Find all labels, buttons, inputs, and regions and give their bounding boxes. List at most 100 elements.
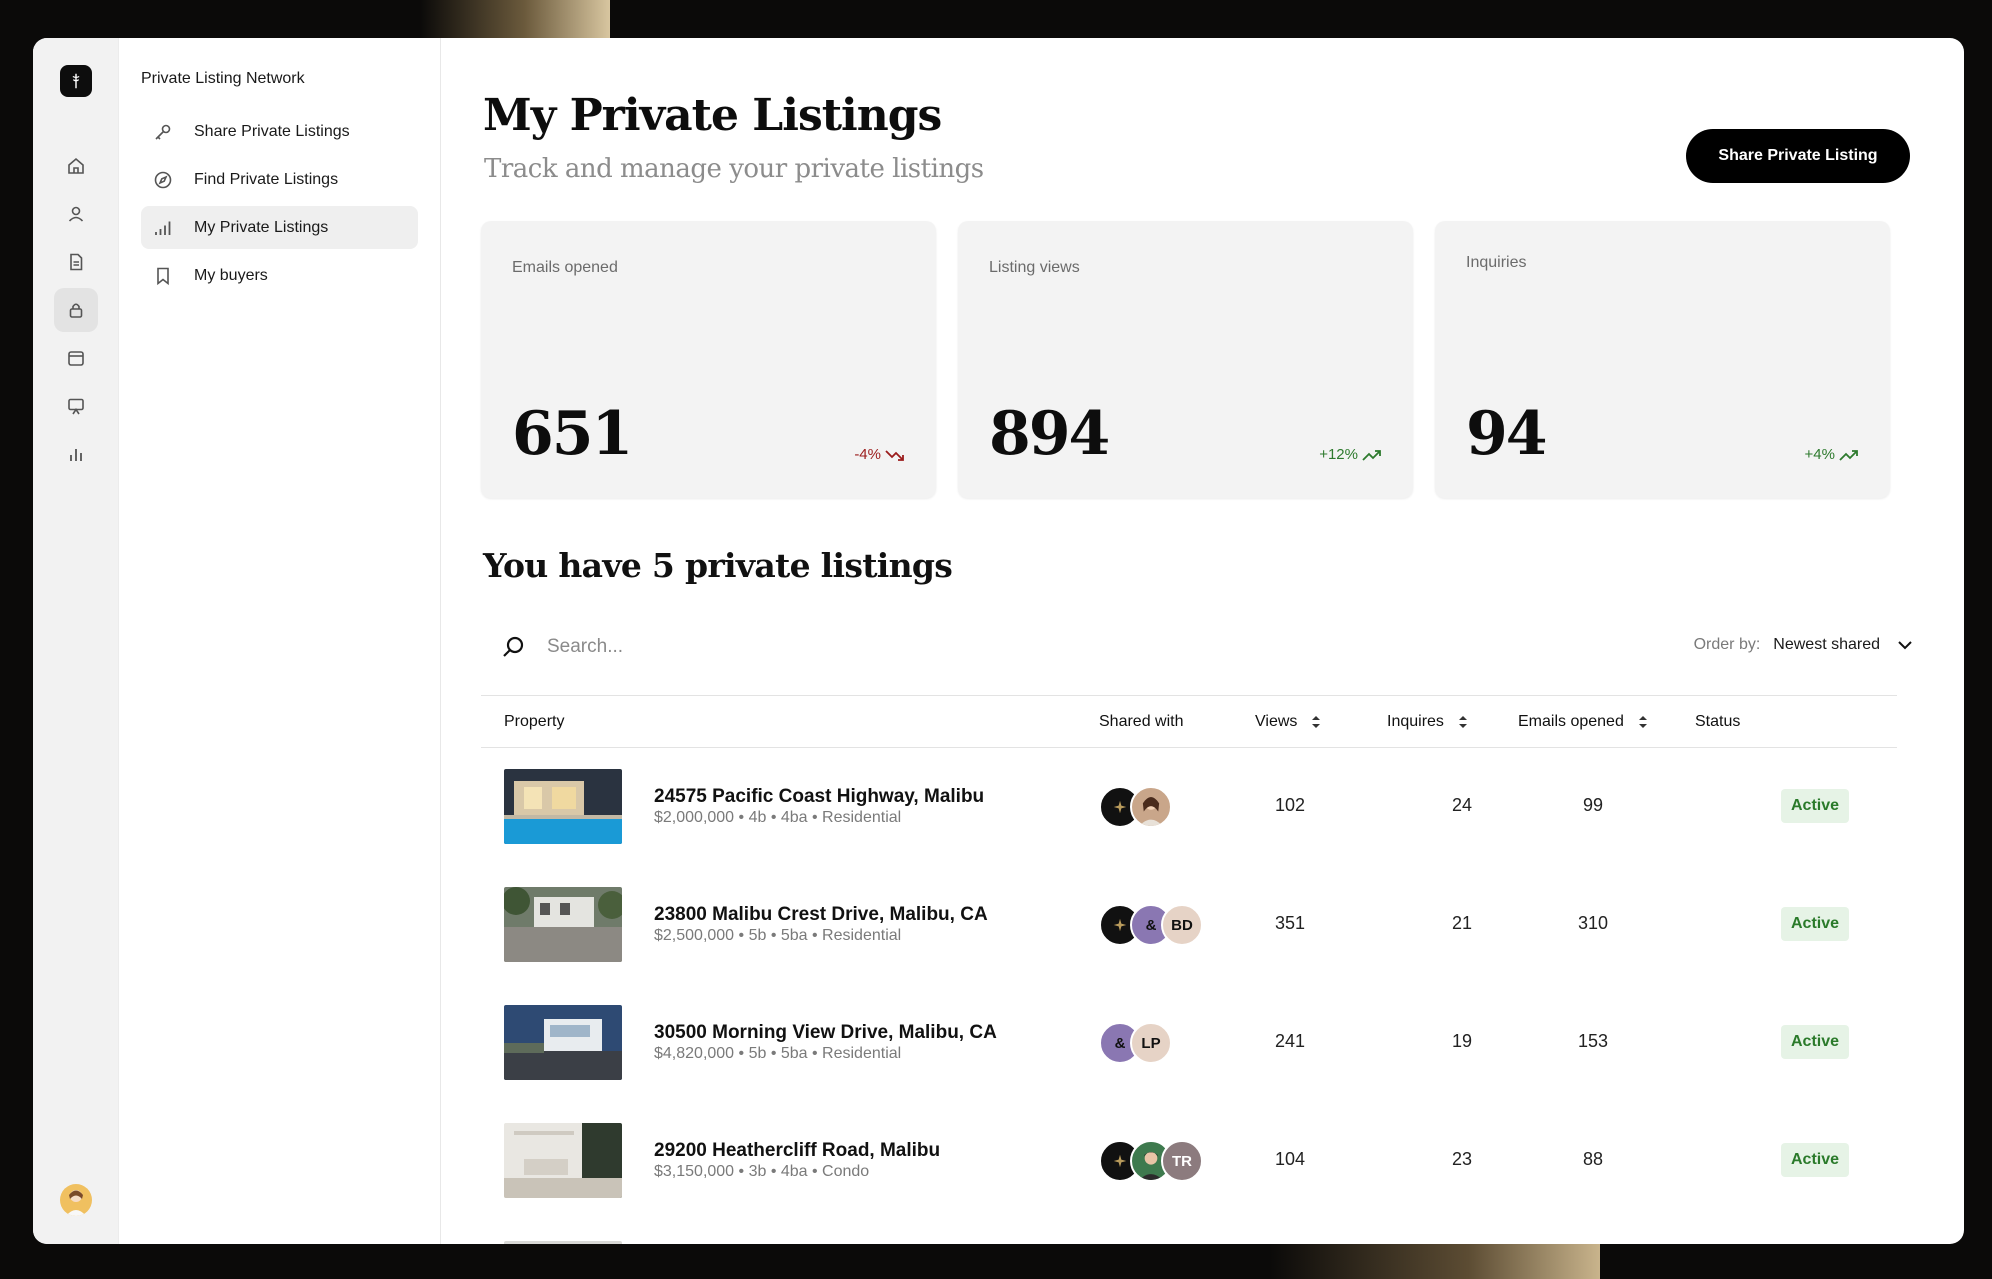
stat-card-inquiries: Inquiries 94 +4% <box>1435 221 1890 498</box>
order-by-value: Newest shared <box>1773 636 1880 653</box>
views-count: 102 <box>1274 795 1306 815</box>
order-by-label: Order by: <box>1693 636 1761 653</box>
table-row[interactable]: 24575 Pacific Coast Highway, Malibu $2,0… <box>481 748 1897 866</box>
presentation-icon[interactable] <box>54 384 98 428</box>
network-title: Private Listing Network <box>141 70 305 87</box>
nav-item-my-private-listings[interactable]: My Private Listings <box>141 206 418 249</box>
search-input[interactable] <box>547 636 1047 658</box>
nav-item-find-private-listings[interactable]: Find Private Listings <box>141 158 418 201</box>
column-header-emails-opened[interactable]: Emails opened <box>1518 713 1648 731</box>
backdrop-glow <box>1270 1240 1600 1279</box>
page-subtitle: Track and manage your private listings <box>484 154 984 184</box>
nav-item-share-private-listings[interactable]: Share Private Listings <box>141 110 418 153</box>
shared-with-avatars[interactable] <box>1099 786 1172 828</box>
nav-item-label: Share Private Listings <box>194 122 350 140</box>
bar-signal-icon <box>155 221 171 235</box>
share-private-listing-button[interactable]: Share Private Listing <box>1686 129 1910 183</box>
property-details: $2,500,000 • 5b • 5ba • Residential <box>654 927 902 944</box>
property-details: $2,000,000 • 4b • 4ba • Residential <box>654 809 902 826</box>
nav-item-label: My buyers <box>194 266 268 284</box>
emails-opened-count: 153 <box>1577 1031 1609 1051</box>
property-thumbnail[interactable] <box>504 1241 622 1244</box>
property-details: $4,820,000 • 5b • 5ba • Residential <box>654 1045 902 1062</box>
calendar-icon[interactable] <box>54 336 98 380</box>
property-address[interactable]: 24575 Pacific Coast Highway, Malibu <box>654 786 984 808</box>
search-bar <box>501 634 1047 660</box>
column-header-status: Status <box>1695 713 1741 730</box>
avatar: TR <box>1161 1140 1203 1182</box>
table-row[interactable]: 29200 Heathercliff Road, Malibu $3,150,0… <box>481 1102 1897 1220</box>
status-badge: Active <box>1781 1025 1850 1059</box>
sort-icon[interactable] <box>1311 715 1321 729</box>
shared-with-avatars[interactable]: & BD <box>1099 904 1203 946</box>
sort-icon[interactable] <box>1638 715 1648 729</box>
property-details: $3,150,000 • 3b • 4ba • Condo <box>654 1163 870 1180</box>
column-header-views[interactable]: Views <box>1255 713 1321 731</box>
views-count: 241 <box>1274 1031 1306 1051</box>
stat-label: Emails opened <box>512 259 618 276</box>
stat-delta: +4% <box>1805 446 1859 463</box>
bookmark-icon <box>157 267 169 285</box>
icon-rail <box>33 38 119 1244</box>
table-row[interactable] <box>481 1220 1897 1244</box>
chevron-down-icon <box>1898 641 1912 650</box>
stat-delta-value: +4% <box>1804 446 1835 463</box>
shared-with-avatars[interactable]: & LP <box>1099 1022 1172 1064</box>
stat-delta: -4% <box>854 446 905 463</box>
emails-opened-count: 99 <box>1582 795 1604 815</box>
status-badge: Active <box>1781 907 1850 941</box>
sort-icon[interactable] <box>1458 715 1468 729</box>
nav-item-my-buyers[interactable]: My buyers <box>141 254 418 297</box>
stats-row: Emails opened 651 -4% Listing views 894 … <box>481 221 1890 498</box>
table-row[interactable]: 23800 Malibu Crest Drive, Malibu, CA $2,… <box>481 866 1897 984</box>
emails-opened-count: 88 <box>1582 1149 1604 1169</box>
key-icon <box>155 124 171 140</box>
stat-delta-value: +12% <box>1319 446 1358 463</box>
table-row[interactable]: 30500 Morning View Drive, Malibu, CA $4,… <box>481 984 1897 1102</box>
property-address[interactable]: 30500 Morning View Drive, Malibu, CA <box>654 1022 997 1044</box>
avatar[interactable] <box>60 1184 92 1216</box>
lock-icon[interactable] <box>54 288 98 332</box>
property-address[interactable]: 23800 Malibu Crest Drive, Malibu, CA <box>654 904 988 926</box>
listings-table: Property Shared with Views Inquires Emai… <box>481 695 1897 1244</box>
stat-card-listing-views: Listing views 894 +12% <box>958 221 1413 498</box>
order-by-dropdown[interactable]: Order by: Newest shared <box>1694 636 1914 654</box>
table-header: Property Shared with Views Inquires Emai… <box>481 695 1897 748</box>
listings-heading: You have 5 private listings <box>483 546 953 585</box>
main-content: My Private Listings Track and manage you… <box>441 38 1964 1244</box>
stat-label: Inquiries <box>1466 254 1527 271</box>
trend-up-icon <box>1362 449 1381 461</box>
analytics-icon[interactable] <box>54 432 98 476</box>
stat-label: Listing views <box>989 259 1080 276</box>
backdrop-glow <box>420 0 610 40</box>
app-logo[interactable] <box>60 65 92 97</box>
shared-with-avatars[interactable]: TR <box>1099 1140 1203 1182</box>
inquires-count: 24 <box>1451 795 1473 815</box>
page-title: My Private Listings <box>483 90 942 141</box>
trend-down-icon <box>885 449 904 461</box>
column-header-shared-with: Shared with <box>1099 713 1184 730</box>
logo-icon <box>72 73 80 89</box>
side-navigation: Private Listing Network Share Private Li… <box>119 38 441 1244</box>
nav-item-label: Find Private Listings <box>194 170 339 188</box>
search-icon[interactable] <box>501 634 527 660</box>
property-address[interactable]: 29200 Heathercliff Road, Malibu <box>654 1140 940 1162</box>
inquires-count: 23 <box>1451 1149 1473 1169</box>
inquires-count: 21 <box>1451 913 1473 933</box>
user-icon[interactable] <box>54 192 98 236</box>
property-thumbnail[interactable] <box>504 887 622 962</box>
stat-value: 651 <box>512 399 633 469</box>
views-count: 104 <box>1274 1149 1306 1169</box>
avatar: BD <box>1161 904 1203 946</box>
column-header-inquires[interactable]: Inquires <box>1387 713 1468 731</box>
stat-card-emails-opened: Emails opened 651 -4% <box>481 221 936 498</box>
property-thumbnail[interactable] <box>504 1123 622 1198</box>
stat-value: 894 <box>989 399 1110 469</box>
compass-icon <box>154 171 172 188</box>
home-icon[interactable] <box>54 144 98 188</box>
property-thumbnail[interactable] <box>504 769 622 844</box>
stat-delta-value: -4% <box>854 446 881 463</box>
property-thumbnail[interactable] <box>504 1005 622 1080</box>
stat-value: 94 <box>1466 399 1547 469</box>
document-icon[interactable] <box>54 240 98 284</box>
